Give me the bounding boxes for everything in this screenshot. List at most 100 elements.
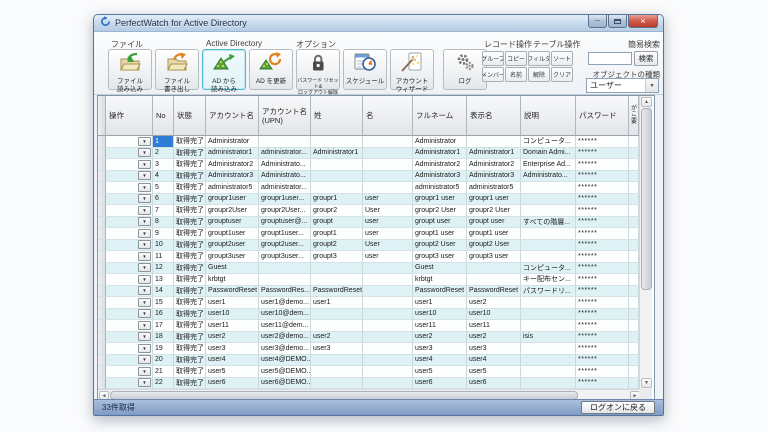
cell-pw_flag[interactable] [629,263,639,275]
small-button-コピー[interactable]: コピー [505,51,527,66]
cell-description[interactable]: コンピュータ... [521,136,576,148]
cell-description[interactable] [521,182,576,194]
cell-status[interactable]: 取得完了 [174,343,206,355]
cell-status[interactable]: 取得完了 [174,228,206,240]
cell-pw_flag[interactable] [629,332,639,344]
cell-display_name[interactable]: Administrator2 [467,159,521,171]
grid-corner[interactable] [98,96,106,136]
cell-upn[interactable]: user10@dem... [259,309,311,321]
row-action-dropdown[interactable]: ▼ [138,321,151,330]
cell-upn[interactable]: grouptuser@... [259,217,311,229]
cell-no[interactable]: 2 [153,148,174,160]
cell-description[interactable]: コンピュータ... [521,263,576,275]
search-input[interactable] [588,52,632,65]
cell-no[interactable]: 3 [153,159,174,171]
cell-display_name[interactable]: user2 [467,297,521,309]
cell-description[interactable]: Administrato... [521,171,576,183]
cell-no[interactable]: 15 [153,297,174,309]
cell-account_name[interactable]: administrator1 [206,148,259,160]
cell-upn[interactable]: user11@dem... [259,320,311,332]
cell-upn[interactable]: user1@demo... [259,297,311,309]
row-action-dropdown[interactable]: ▼ [138,194,151,203]
row-selector[interactable] [98,320,106,332]
row-action-dropdown[interactable]: ▼ [138,183,151,192]
row-action-dropdown[interactable]: ▼ [138,160,151,169]
cell-first_name[interactable]: user [363,251,413,263]
cell-no[interactable]: 22 [153,378,174,390]
cell-pw_flag[interactable] [629,240,639,252]
row-selector[interactable] [98,297,106,309]
cell-upn[interactable]: groupt3user... [259,251,311,263]
cell-last_name[interactable] [311,263,363,275]
cell-last_name[interactable] [311,136,363,148]
cell-account_name[interactable]: groupr2User [206,205,259,217]
small-button-クリア[interactable]: クリア [551,67,573,82]
cell-pw_flag[interactable] [629,297,639,309]
cell-password[interactable]: ****** [576,378,629,390]
cell-description[interactable] [521,378,576,390]
cell-password[interactable]: ****** [576,297,629,309]
cell-status[interactable]: 取得完了 [174,251,206,263]
row-action-dropdown[interactable]: ▼ [138,275,151,284]
cell-description[interactable] [521,343,576,355]
cell-no[interactable]: 20 [153,355,174,367]
scroll-down-icon[interactable]: ▼ [641,378,652,388]
small-button-名前[interactable]: 名前 [505,67,527,82]
cell-full_name[interactable]: user3 [413,343,467,355]
cell-pw_flag[interactable] [629,286,639,298]
cell-first_name[interactable] [363,343,413,355]
cell-password[interactable]: ****** [576,309,629,321]
cell-last_name[interactable] [311,309,363,321]
cell-upn[interactable]: user5@DEMO... [259,366,311,378]
cell-password[interactable]: ****** [576,320,629,332]
cell-account_name[interactable]: user4 [206,355,259,367]
cell-account_name[interactable]: Guest [206,263,259,275]
cell-display_name[interactable]: Administrator1 [467,148,521,160]
cell-description[interactable] [521,366,576,378]
cell-description[interactable] [521,320,576,332]
cell-last_name[interactable]: Administrator1 [311,148,363,160]
cell-last_name[interactable]: user1 [311,297,363,309]
row-selector[interactable] [98,263,106,275]
row-action-dropdown[interactable]: ▼ [138,252,151,261]
cell-full_name[interactable]: Administrator2 [413,159,467,171]
col-header-upn[interactable]: アカウント名 (UPN) [259,96,311,136]
cell-upn[interactable]: user6@DEMO... [259,378,311,390]
cell-first_name[interactable] [363,274,413,286]
cell-description[interactable]: Domain Admi... [521,148,576,160]
cell-password[interactable]: ****** [576,263,629,275]
cell-description[interactable] [521,228,576,240]
row-selector[interactable] [98,251,106,263]
row-selector[interactable] [98,332,106,344]
row-selector[interactable] [98,274,106,286]
col-header-last_name[interactable]: 姓 [311,96,363,136]
cell-first_name[interactable] [363,309,413,321]
row-selector[interactable] [98,205,106,217]
cell-description[interactable]: キー配布セン... [521,274,576,286]
file-import-button[interactable]: ファイル 読み込み [108,49,152,90]
cell-display_name[interactable]: administrator5 [467,182,521,194]
cell-password[interactable]: ****** [576,286,629,298]
cell-pw_flag[interactable] [629,159,639,171]
cell-account_name[interactable]: user10 [206,309,259,321]
cell-last_name[interactable] [311,171,363,183]
row-selector[interactable] [98,378,106,390]
row-selector[interactable] [98,286,106,298]
row-action-dropdown[interactable]: ▼ [138,229,151,238]
cell-description[interactable] [521,297,576,309]
cell-first_name[interactable] [363,148,413,160]
cell-no[interactable]: 13 [153,274,174,286]
account-wizard-button[interactable]: アカウント ウィザード [390,49,434,90]
row-selector[interactable] [98,136,106,148]
cell-full_name[interactable]: user10 [413,309,467,321]
row-action-dropdown[interactable]: ▼ [138,378,151,387]
row-selector[interactable] [98,194,106,206]
cell-pw_flag[interactable] [629,355,639,367]
cell-full_name[interactable]: groupt user [413,217,467,229]
cell-first_name[interactable] [363,378,413,390]
cell-account_name[interactable]: user1 [206,297,259,309]
col-header-no[interactable]: No [153,96,174,136]
cell-status[interactable]: 取得完了 [174,297,206,309]
col-header-display_name[interactable]: 表示名 [467,96,521,136]
cell-description[interactable] [521,205,576,217]
